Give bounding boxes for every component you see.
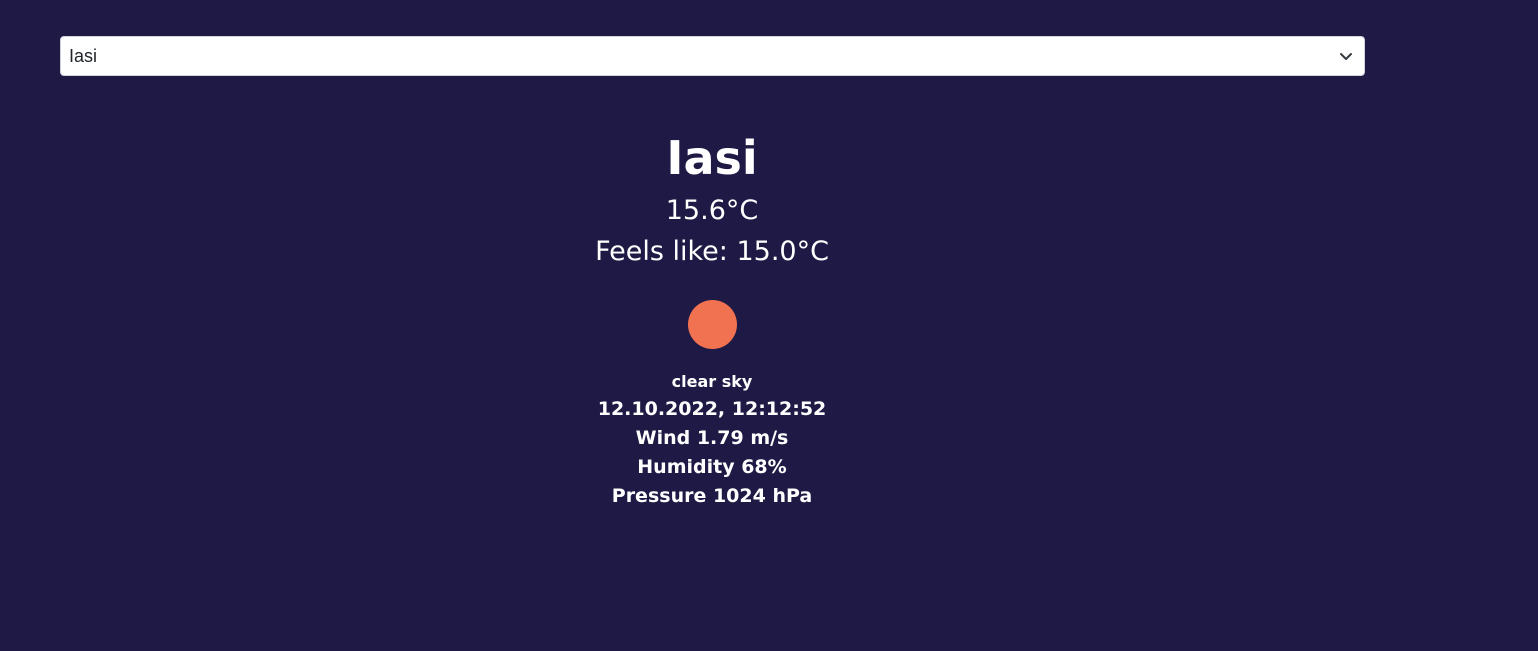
feels-like: Feels like: 15.0°C <box>595 236 829 267</box>
city-select-value: Iasi <box>69 45 98 66</box>
temperature: 15.6°C <box>665 195 759 226</box>
chevron-down-icon <box>1340 53 1352 60</box>
pressure: Pressure 1024 hPa <box>611 485 813 507</box>
weather-icon-container <box>462 298 962 350</box>
weather-card: Iasi 15.6°C Feels like: 15.0°C clear sky… <box>462 126 962 511</box>
datetime: 12.10.2022, 12:12:52 <box>597 398 827 420</box>
sun-icon <box>687 300 737 349</box>
weather-app: Iasi Iasi 15.6°C Feels like: 15.0°C clea… <box>0 0 1538 651</box>
city-name: Iasi <box>666 131 758 185</box>
weather-description: clear sky <box>671 372 753 391</box>
wind: Wind 1.79 m/s <box>635 427 789 449</box>
city-select[interactable]: Iasi <box>60 36 1365 76</box>
humidity: Humidity 68% <box>637 456 787 478</box>
